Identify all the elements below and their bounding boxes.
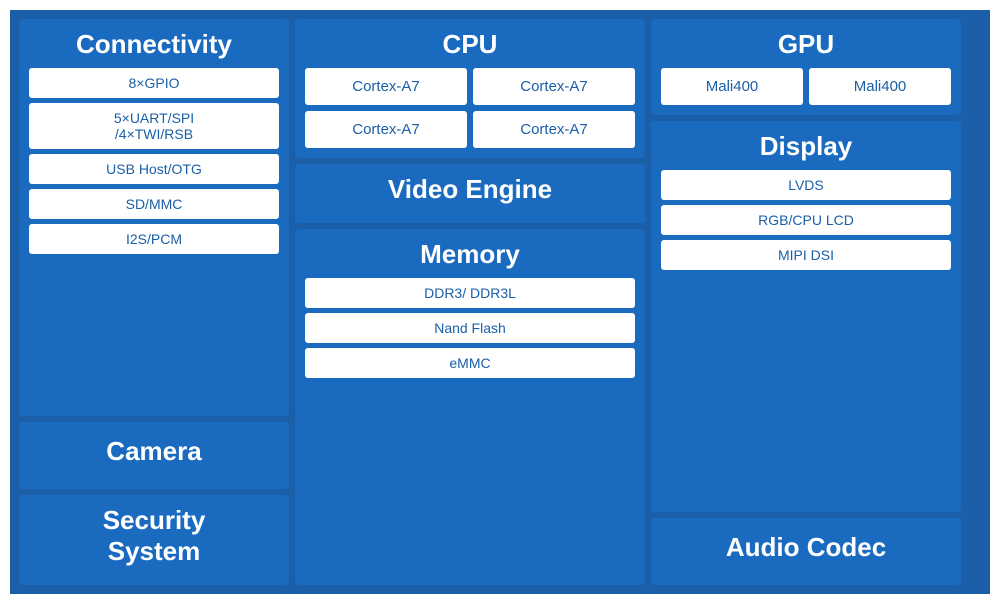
cpu-title: CPU — [443, 29, 498, 60]
col-mid: CPU Cortex-A7 Cortex-A7 Cortex-A7 Cortex… — [295, 19, 645, 585]
gpu-item-0: Mali400 — [661, 68, 803, 105]
security-title: Security System — [103, 505, 206, 567]
display-item-2: MIPI DSI — [661, 240, 951, 270]
memory-item-0: DDR3/ DDR3L — [305, 278, 635, 308]
cpu-grid: Cortex-A7 Cortex-A7 Cortex-A7 Cortex-A7 — [305, 68, 635, 148]
gpu-block: GPU Mali400 Mali400 — [651, 19, 961, 115]
audio-block: Audio Codec — [651, 518, 961, 585]
cpu-core-3: Cortex-A7 — [473, 111, 635, 148]
memory-title: Memory — [420, 239, 520, 270]
display-item-0: LVDS — [661, 170, 951, 200]
audio-title: Audio Codec — [726, 532, 886, 563]
col-right: GPU Mali400 Mali400 Display LVDS RGB/CPU… — [651, 19, 961, 585]
cpu-core-2: Cortex-A7 — [305, 111, 467, 148]
video-engine-title: Video Engine — [388, 174, 552, 205]
cpu-core-0: Cortex-A7 — [305, 68, 467, 105]
cpu-block: CPU Cortex-A7 Cortex-A7 Cortex-A7 Cortex… — [295, 19, 645, 158]
display-item-1: RGB/CPU LCD — [661, 205, 951, 235]
camera-title: Camera — [106, 436, 201, 467]
video-engine-block: Video Engine — [295, 164, 645, 223]
memory-item-2: eMMC — [305, 348, 635, 378]
connectivity-item-3: SD/MMC — [29, 189, 279, 219]
connectivity-item-0: 8×GPIO — [29, 68, 279, 98]
display-block: Display LVDS RGB/CPU LCD MIPI DSI — [651, 121, 961, 512]
gpu-item-1: Mali400 — [809, 68, 951, 105]
memory-item-1: Nand Flash — [305, 313, 635, 343]
connectivity-block: Connectivity 8×GPIO 5×UART/SPI /4×TWI/RS… — [19, 19, 289, 416]
cpu-core-1: Cortex-A7 — [473, 68, 635, 105]
gpu-title: GPU — [778, 29, 834, 60]
col-left: Connectivity 8×GPIO 5×UART/SPI /4×TWI/RS… — [19, 19, 289, 585]
connectivity-item-4: I2S/PCM — [29, 224, 279, 254]
security-block: Security System — [19, 495, 289, 585]
diagram: Connectivity 8×GPIO 5×UART/SPI /4×TWI/RS… — [10, 10, 990, 594]
connectivity-item-2: USB Host/OTG — [29, 154, 279, 184]
camera-block: Camera — [19, 422, 289, 489]
display-title: Display — [760, 131, 853, 162]
connectivity-item-1: 5×UART/SPI /4×TWI/RSB — [29, 103, 279, 149]
memory-block: Memory DDR3/ DDR3L Nand Flash eMMC — [295, 229, 645, 585]
connectivity-title: Connectivity — [76, 29, 232, 60]
gpu-grid: Mali400 Mali400 — [661, 68, 951, 105]
